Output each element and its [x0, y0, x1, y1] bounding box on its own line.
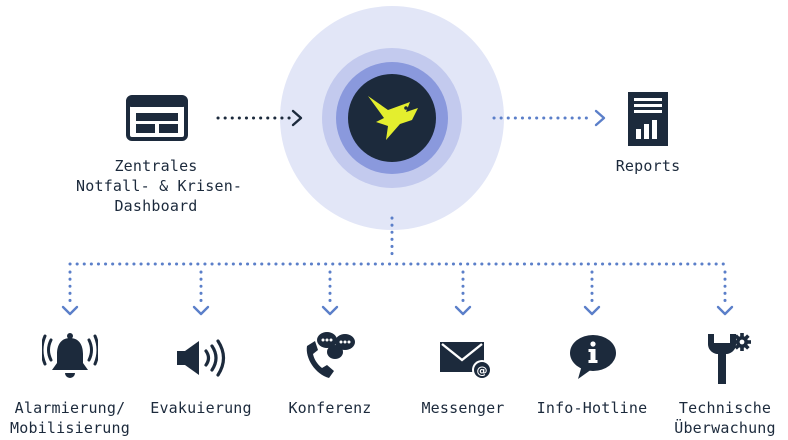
- branch-konferenz: [321, 270, 339, 316]
- label-messenger: Messenger: [403, 398, 523, 418]
- dashboard-window-icon: [126, 95, 188, 141]
- dashboard-label-line2: Notfall- & Krisen-: [76, 177, 243, 195]
- arrow-center-to-reports: [492, 109, 606, 127]
- label-technische-line2: Überwachung: [674, 419, 776, 437]
- label-info-hotline: Info-Hotline: [527, 398, 657, 418]
- label-alarmierung: Alarmierung/ Mobilisierung: [5, 398, 135, 438]
- branch-info-hotline: [583, 270, 601, 316]
- reports-label: Reports: [615, 157, 681, 175]
- label-technische: Technische Überwachung: [664, 398, 786, 438]
- label-messenger-line1: Messenger: [421, 399, 505, 417]
- branch-evakuierung: [192, 270, 210, 316]
- dashboard-label-line1: Zentrales: [114, 157, 198, 175]
- svg-text:@: @: [477, 364, 488, 377]
- envelope-at-icon: @: [438, 340, 494, 382]
- label-konferenz: Konferenz: [270, 398, 390, 418]
- speaker-icon: [175, 338, 229, 378]
- diagram-canvas: [61, 6, 734, 316]
- branch-messenger: [454, 270, 472, 316]
- phone-chat-icon: [301, 328, 357, 382]
- report-chart-icon: [627, 91, 669, 147]
- label-technische-line1: Technische: [678, 399, 772, 417]
- dashboard-label: Zentrales Notfall- & Krisen- Dashboard: [76, 156, 243, 216]
- label-info-hotline-line1: Info-Hotline: [536, 399, 648, 417]
- dashboard-label-line3: Dashboard: [114, 197, 198, 215]
- wrench-gear-icon: [704, 330, 752, 386]
- branch-alarmierung: [61, 270, 79, 316]
- label-evakuierung-line1: Evakuierung: [150, 399, 252, 417]
- label-konferenz-line1: Konferenz: [288, 399, 372, 417]
- alarm-bell-icon: [42, 330, 98, 380]
- label-alarmierung-line1: Alarmierung/: [14, 399, 126, 417]
- branch-technische: [716, 270, 734, 316]
- label-evakuierung: Evakuierung: [141, 398, 261, 418]
- label-alarmierung-line2: Mobilisierung: [10, 419, 130, 437]
- info-bubble-icon: [568, 333, 618, 381]
